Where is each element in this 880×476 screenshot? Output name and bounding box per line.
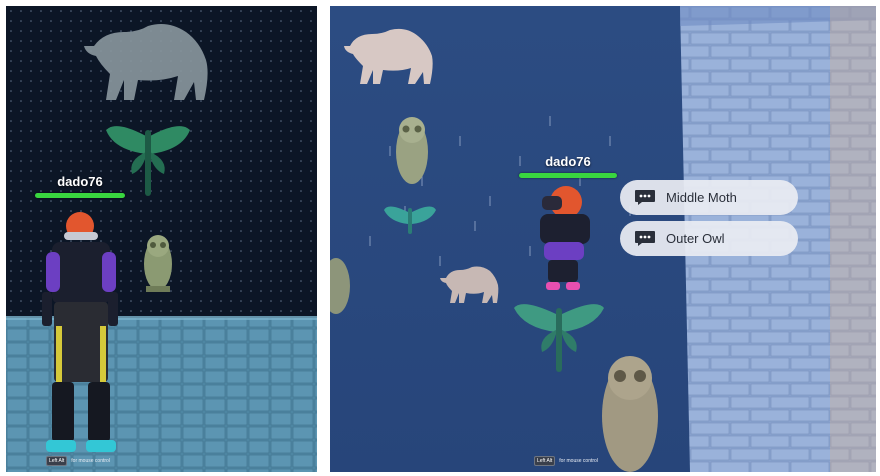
chat-bubble-icon <box>634 230 656 247</box>
game-screenshot-composite: dado76 Left Alt for mouse control dado76… <box>0 0 880 476</box>
health-bar <box>519 173 617 178</box>
dialog-choices: Middle Moth Outer Owl <box>620 180 798 262</box>
left-scene <box>6 6 317 472</box>
player-name: dado76 <box>57 174 103 189</box>
large-owl-statue <box>602 356 658 472</box>
health-bar <box>35 193 125 198</box>
choice-middle-moth[interactable]: Middle Moth <box>620 180 798 215</box>
hint-text: for mouse control <box>559 458 598 464</box>
left-game-view: dado76 Left Alt for mouse control <box>6 6 317 472</box>
choice-outer-owl[interactable]: Outer Owl <box>620 221 798 256</box>
choice-label: Middle Moth <box>666 190 737 205</box>
hint-key: Left Alt <box>534 456 556 466</box>
player-name: dado76 <box>545 154 591 169</box>
mouse-control-hint: Left Alt for mouse control <box>46 456 110 466</box>
choice-label: Outer Owl <box>666 231 725 246</box>
hint-key: Left Alt <box>46 456 68 466</box>
owl-statue <box>396 117 428 184</box>
player-nametag: dado76 <box>516 154 620 178</box>
hint-text: for mouse control <box>71 458 110 464</box>
mouse-control-hint: Left Alt for mouse control <box>534 456 598 466</box>
player-nametag: dado76 <box>28 174 132 198</box>
chat-bubble-icon <box>634 189 656 206</box>
right-game-view: dado76 Left Alt for mouse control Middle… <box>330 6 876 472</box>
